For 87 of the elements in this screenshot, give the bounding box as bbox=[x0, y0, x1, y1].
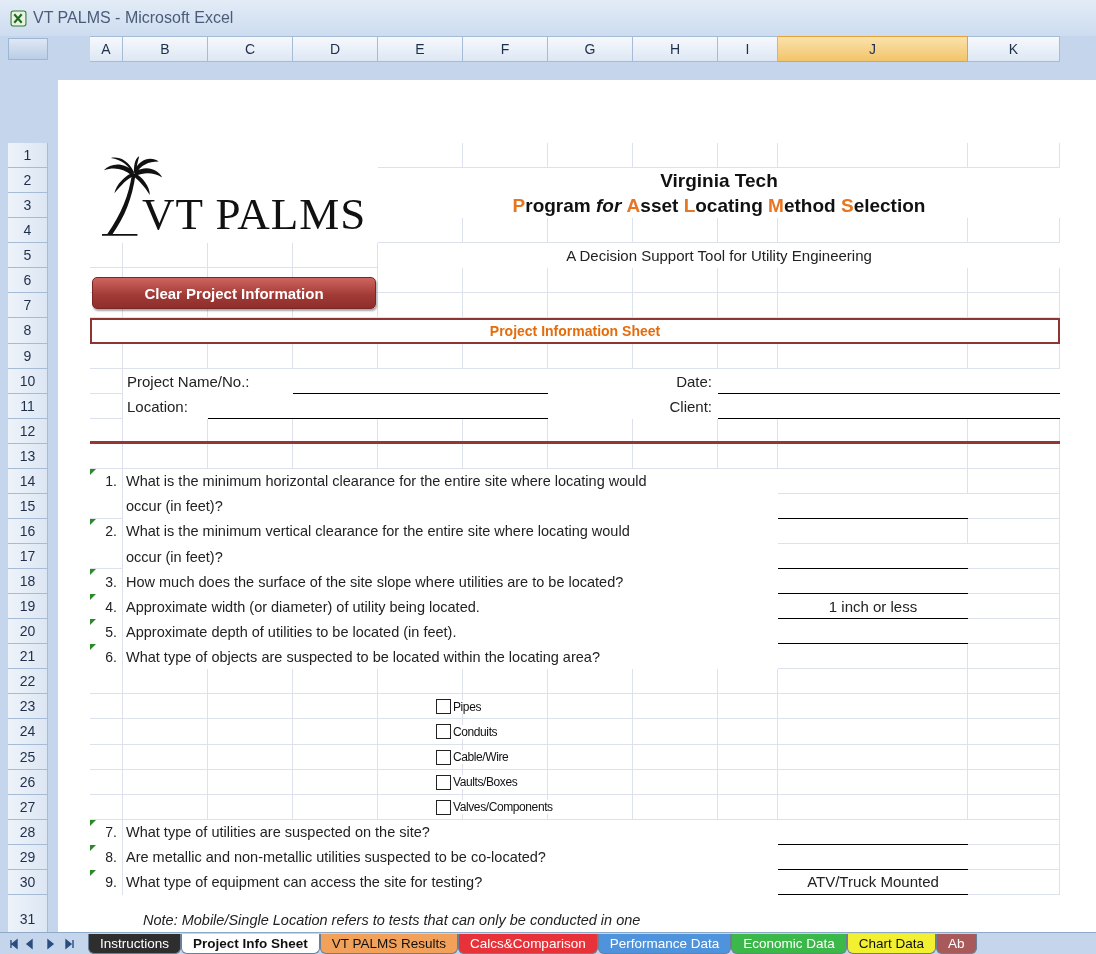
row-header[interactable]: 31 bbox=[8, 894, 48, 932]
row-header[interactable]: 30 bbox=[8, 869, 48, 895]
option-label: Vaults/Boxes bbox=[453, 775, 518, 790]
comment-marker[interactable] bbox=[90, 644, 96, 651]
column-header[interactable]: K bbox=[968, 36, 1060, 62]
sheet-tab[interactable]: Chart Data bbox=[846, 933, 937, 954]
logo-text: VT PALMS bbox=[142, 192, 367, 240]
sheet-tab[interactable]: Calcs&Comparison bbox=[458, 933, 598, 954]
option-label: Cable/Wire bbox=[453, 750, 509, 765]
column-header[interactable]: I bbox=[718, 36, 778, 62]
row-header[interactable]: 13 bbox=[8, 443, 48, 469]
row-header[interactable]: 19 bbox=[8, 594, 48, 620]
question-text: Approximate depth of utilities to be located (in feet). bbox=[123, 619, 778, 645]
column-header[interactable]: A bbox=[90, 36, 123, 62]
row-header[interactable]: 15 bbox=[8, 493, 48, 519]
column-header[interactable]: J bbox=[778, 36, 968, 62]
field-label: Location: bbox=[123, 393, 208, 419]
field-label: Project Name/No.: bbox=[123, 368, 293, 394]
row-header[interactable]: 5 bbox=[8, 243, 48, 269]
row-header[interactable]: 20 bbox=[8, 619, 48, 645]
sheet-tab[interactable]: Project Info Sheet bbox=[181, 933, 320, 954]
row-header[interactable]: 11 bbox=[8, 393, 48, 419]
row-header[interactable]: 7 bbox=[8, 293, 48, 319]
clear-project-button[interactable]: Clear Project Information bbox=[92, 277, 376, 310]
comment-marker[interactable] bbox=[90, 819, 96, 826]
row-header[interactable]: 10 bbox=[8, 368, 48, 394]
row-header[interactable]: 14 bbox=[8, 468, 48, 494]
row-header[interactable]: 1 bbox=[8, 143, 48, 169]
question-text: occur (in feet)? bbox=[123, 493, 778, 519]
field-label: Client: bbox=[548, 393, 718, 419]
comment-marker[interactable] bbox=[90, 869, 96, 876]
row-header[interactable]: 16 bbox=[8, 518, 48, 544]
row-header[interactable]: 24 bbox=[8, 719, 48, 745]
question-text: What type of equipment can access the site for testing? bbox=[123, 869, 778, 895]
comment-marker[interactable] bbox=[90, 619, 96, 626]
row-header[interactable]: 22 bbox=[8, 669, 48, 695]
row-header[interactable]: 21 bbox=[8, 644, 48, 670]
question-text: What is the minimum vertical clearance for the entire site where locating would bbox=[123, 518, 778, 544]
comment-marker[interactable] bbox=[90, 594, 96, 601]
heading: Virginia Tech bbox=[378, 168, 1060, 194]
question-text: What is the minimum horizontal clearance for the entire site where locating would bbox=[123, 468, 778, 494]
row-header[interactable]: 3 bbox=[8, 193, 48, 219]
column-header[interactable]: D bbox=[293, 36, 378, 62]
column-header[interactable]: E bbox=[378, 36, 463, 62]
comment-marker[interactable] bbox=[90, 518, 96, 525]
field-label: Date: bbox=[548, 368, 718, 394]
column-header[interactable]: B bbox=[123, 36, 208, 62]
row-header[interactable]: 8 bbox=[8, 318, 48, 344]
option-label: Valves/Components bbox=[453, 800, 553, 815]
sheet-tab[interactable]: Instructions bbox=[88, 933, 182, 954]
tagline: A Decision Support Tool for Utility Engineering bbox=[378, 243, 1060, 269]
question-text: What type of utilities are suspected on the site? bbox=[123, 819, 778, 845]
row-header[interactable]: 28 bbox=[8, 819, 48, 845]
row-header[interactable]: 9 bbox=[8, 343, 48, 369]
question-text: How much does the surface of the site slope where utilities are to be located? bbox=[123, 569, 778, 595]
column-header[interactable]: G bbox=[548, 36, 633, 62]
spreadsheet-icon bbox=[10, 9, 27, 27]
sheet-title: Project Information Sheet bbox=[90, 318, 1060, 344]
row-header[interactable]: 17 bbox=[8, 544, 48, 570]
window-title: VT PALMS - Microsoft Excel bbox=[33, 9, 234, 27]
answer-field[interactable]: ATV/Truck Mounted bbox=[778, 869, 968, 895]
row-header[interactable]: 26 bbox=[8, 769, 48, 795]
subheading: Program for Asset Locating Method Selection bbox=[378, 193, 1060, 219]
answer-field[interactable]: 1 inch or less bbox=[778, 594, 968, 620]
row-header[interactable]: 6 bbox=[8, 268, 48, 294]
row-header[interactable]: 18 bbox=[8, 569, 48, 595]
question-text: Are metallic and non-metallic utilities suspected to be co-located? bbox=[123, 844, 778, 870]
column-header[interactable]: C bbox=[208, 36, 293, 62]
sheet-tab[interactable]: VT PALMS Results bbox=[319, 933, 459, 954]
comment-marker[interactable] bbox=[90, 569, 96, 576]
column-header[interactable]: H bbox=[633, 36, 718, 62]
checkbox[interactable] bbox=[436, 724, 451, 740]
checkbox[interactable] bbox=[436, 699, 451, 715]
row-header[interactable]: 29 bbox=[8, 844, 48, 870]
column-header[interactable]: F bbox=[463, 36, 548, 62]
row-header[interactable]: 4 bbox=[8, 218, 48, 244]
question-text: Approximate width (or diameter) of utility being located. bbox=[123, 594, 778, 620]
question-text: What type of objects are suspected to be located within the locating area? bbox=[123, 644, 778, 670]
comment-marker[interactable] bbox=[90, 844, 96, 851]
row-header[interactable]: 2 bbox=[8, 168, 48, 194]
comment-marker[interactable] bbox=[90, 468, 96, 475]
row-header[interactable]: 25 bbox=[8, 744, 48, 770]
sheet-tab[interactable]: Ab bbox=[936, 933, 977, 954]
row-header[interactable]: 23 bbox=[8, 694, 48, 720]
row-header[interactable]: 12 bbox=[8, 418, 48, 444]
question-text: occur (in feet)? bbox=[123, 544, 778, 570]
row-header[interactable]: 27 bbox=[8, 794, 48, 820]
